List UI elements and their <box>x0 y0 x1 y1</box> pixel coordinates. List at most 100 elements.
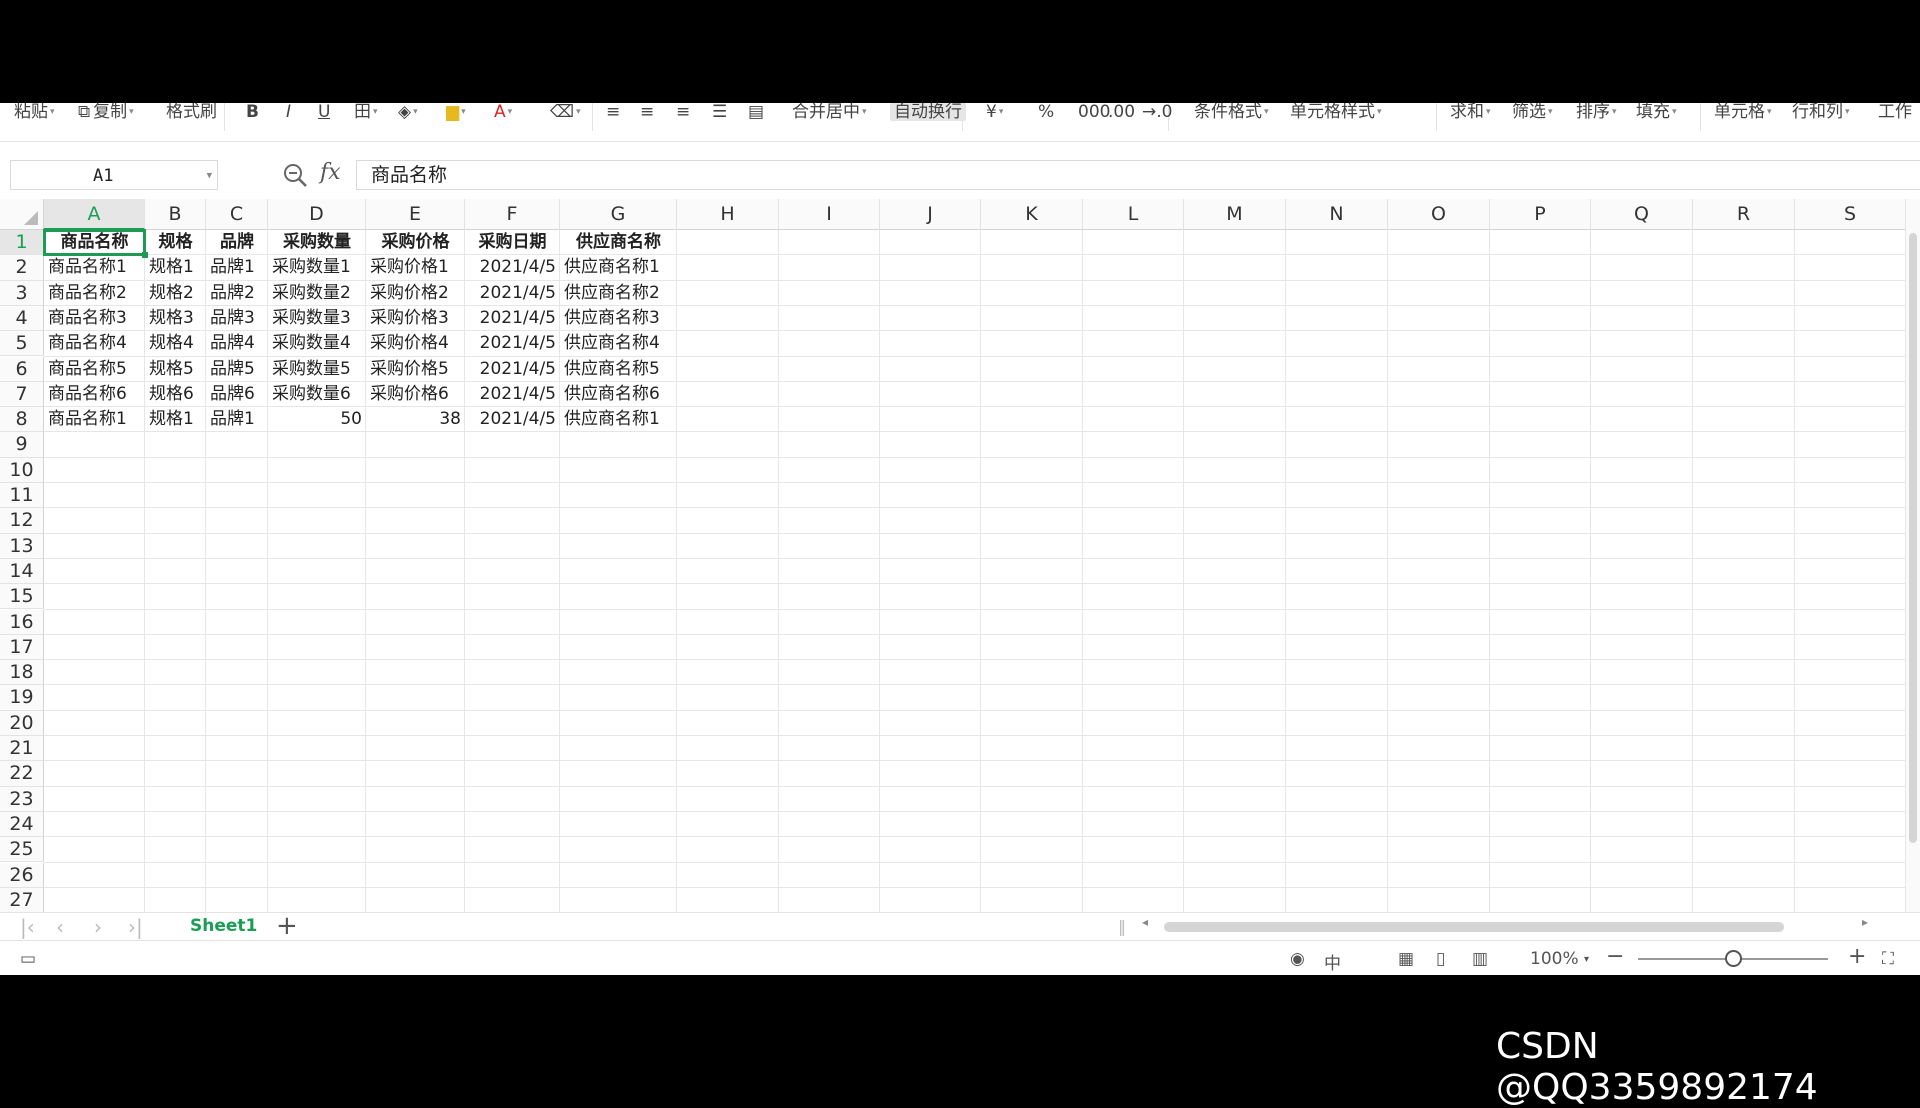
column-header-b[interactable]: B <box>145 199 206 230</box>
paste-button[interactable]: 粘贴 ▾ <box>14 103 55 121</box>
row-header-1[interactable]: 1 <box>0 230 44 256</box>
row-header-23[interactable]: 23 <box>0 786 44 812</box>
chevron-down-icon[interactable]: ▾ <box>373 107 378 117</box>
align-left-button[interactable]: ≡ <box>606 103 620 121</box>
header-cell[interactable]: 供应商名称 <box>560 230 677 255</box>
header-cell[interactable]: 采购价格 <box>366 230 465 255</box>
formula-input[interactable]: 商品名称 <box>356 160 1920 190</box>
cell-button[interactable]: 单元格 ▾ <box>1714 103 1772 121</box>
data-cell[interactable]: 2021/4/5 <box>465 331 560 356</box>
column-header-l[interactable]: L <box>1083 199 1184 230</box>
decrease-decimal-button[interactable]: →.0 <box>1142 103 1172 121</box>
data-cell[interactable]: 规格2 <box>145 281 206 306</box>
row-header-16[interactable]: 16 <box>0 609 44 635</box>
chevron-down-icon[interactable]: ▾ <box>862 107 867 117</box>
fullscreen-icon[interactable]: ⛶ <box>1882 949 1894 969</box>
row-header-27[interactable]: 27 <box>0 887 44 912</box>
zoom-level[interactable]: 100% <box>1530 949 1579 969</box>
data-cell[interactable]: 2021/4/5 <box>465 357 560 382</box>
header-cell[interactable]: 采购日期 <box>465 230 560 255</box>
data-cell[interactable]: 采购价格5 <box>366 357 465 382</box>
rows-cols-button[interactable]: 行和列 ▾ <box>1792 103 1850 121</box>
row-header-20[interactable]: 20 <box>0 710 44 736</box>
chevron-down-icon[interactable]: ▾ <box>1672 107 1677 117</box>
column-header-j[interactable]: J <box>880 199 981 230</box>
data-cell[interactable]: 采购数量5 <box>268 357 366 382</box>
chevron-down-icon[interactable]: ▾ <box>1767 107 1772 117</box>
data-cell[interactable]: 规格3 <box>145 306 206 331</box>
copy-button[interactable]: ⧉ 复制 ▾ <box>78 103 134 121</box>
chevron-down-icon[interactable]: ▼ <box>207 161 212 191</box>
cell-grid[interactable]: A B C D E F G H I J K L M N O P Q R S 1 2 3 4 5 6 7 8 9 10 11 12 13 14 15… <box>0 199 1920 912</box>
row-header-8[interactable]: 8 <box>0 407 44 433</box>
column-header-m[interactable]: M <box>1184 199 1286 230</box>
border-button[interactable]: 田 ▾ <box>354 103 378 121</box>
clear-button[interactable]: ⌫ ▾ <box>550 103 581 121</box>
column-header-s[interactable]: S <box>1795 199 1906 230</box>
chevron-down-icon[interactable]: ▾ <box>1548 107 1553 117</box>
zoom-slider-knob[interactable] <box>1725 950 1742 967</box>
underline-button[interactable]: U <box>318 103 330 121</box>
first-sheet-icon[interactable]: |‹ <box>20 915 35 939</box>
chevron-down-icon[interactable]: ▾ <box>1612 107 1617 117</box>
zoom-in-icon[interactable]: + <box>1848 944 1866 969</box>
data-cell[interactable]: 规格1 <box>145 407 206 432</box>
data-cell[interactable]: 规格4 <box>145 331 206 356</box>
row-header-3[interactable]: 3 <box>0 280 44 306</box>
data-cell[interactable]: 品牌5 <box>206 357 268 382</box>
data-cell[interactable]: 38 <box>366 407 465 432</box>
row-header-4[interactable]: 4 <box>0 305 44 332</box>
data-cell[interactable]: 规格5 <box>145 357 206 382</box>
page-layout-icon[interactable]: ▯ <box>1436 949 1445 969</box>
row-header-7[interactable]: 7 <box>0 381 44 408</box>
wrap-text-button[interactable]: 自动换行 <box>890 103 966 121</box>
zoom-out-icon[interactable]: − <box>1606 944 1624 969</box>
chevron-down-icon[interactable]: ▾ <box>1845 107 1850 117</box>
chevron-down-icon[interactable]: ▾ <box>461 107 466 117</box>
column-header-c[interactable]: C <box>206 199 268 230</box>
column-header-k[interactable]: K <box>981 199 1083 230</box>
column-header-e[interactable]: E <box>366 199 465 230</box>
fill-handle[interactable] <box>142 252 148 259</box>
data-cell[interactable]: 2021/4/5 <box>465 281 560 306</box>
data-cell[interactable]: 规格6 <box>145 382 206 407</box>
row-header-9[interactable]: 9 <box>0 432 44 458</box>
column-header-i[interactable]: I <box>779 199 880 230</box>
chevron-down-icon[interactable]: ▾ <box>1486 107 1491 117</box>
column-header-f[interactable]: F <box>465 199 560 230</box>
add-sheet-button[interactable]: + <box>276 911 298 941</box>
header-cell[interactable]: 采购数量 <box>268 230 366 255</box>
data-cell[interactable]: 商品名称4 <box>44 331 145 356</box>
normal-view-icon[interactable]: ▦ <box>1398 949 1414 969</box>
column-header-h[interactable]: H <box>677 199 779 230</box>
data-cell[interactable]: 规格1 <box>145 255 206 280</box>
data-cell[interactable]: 供应商名称3 <box>560 306 677 331</box>
row-header-17[interactable]: 17 <box>0 634 44 661</box>
data-cell[interactable]: 采购价格6 <box>366 382 465 407</box>
data-cell[interactable]: 供应商名称6 <box>560 382 677 407</box>
row-header-25[interactable]: 25 <box>0 837 44 863</box>
data-cell[interactable]: 采购数量1 <box>268 255 366 280</box>
conditional-format-button[interactable]: 条件格式 ▾ <box>1194 103 1269 121</box>
macro-icon[interactable]: ▭ <box>20 949 36 969</box>
fill-button[interactable]: 填充 ▾ <box>1636 103 1677 121</box>
data-cell[interactable]: 2021/4/5 <box>465 306 560 331</box>
column-header-r[interactable]: R <box>1693 199 1795 230</box>
page-break-view-icon[interactable]: ▥ <box>1472 949 1488 969</box>
eye-protection-icon[interactable]: ◉ <box>1290 949 1305 969</box>
data-cell[interactable]: 供应商名称2 <box>560 281 677 306</box>
font-color-button[interactable]: A ▾ <box>494 103 512 121</box>
scroll-left-icon[interactable]: ◂ <box>1142 915 1148 929</box>
data-cell[interactable]: 品牌4 <box>206 331 268 356</box>
bold-button[interactable]: B <box>246 103 259 121</box>
row-header-18[interactable]: 18 <box>0 660 44 686</box>
row-header-13[interactable]: 13 <box>0 533 44 559</box>
percent-button[interactable]: % <box>1038 103 1054 121</box>
sort-button[interactable]: 排序 ▾ <box>1576 103 1617 121</box>
prev-sheet-icon[interactable]: ‹ <box>56 915 64 939</box>
data-cell[interactable]: 供应商名称5 <box>560 357 677 382</box>
zoom-formula-icon[interactable] <box>282 162 308 188</box>
data-cell[interactable]: 品牌6 <box>206 382 268 407</box>
data-cell[interactable]: 采购价格4 <box>366 331 465 356</box>
fill-color-button[interactable]: ▆ ▾ <box>446 103 466 121</box>
